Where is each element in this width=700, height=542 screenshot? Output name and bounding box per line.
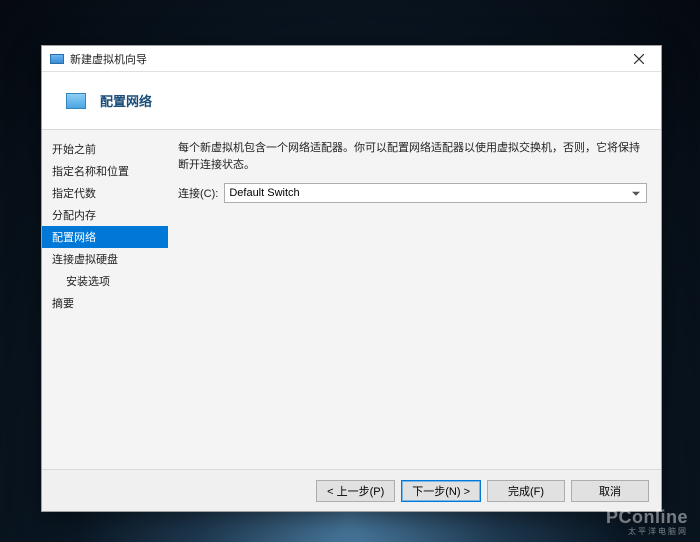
watermark-main: PConline <box>606 507 688 527</box>
next-button[interactable]: 下一步(N) > <box>401 480 481 502</box>
content-area: 每个新虚拟机包含一个网络适配器。你可以配置网络适配器以使用虚拟交换机，否则，它将… <box>168 130 661 469</box>
wizard-header-icon <box>66 93 86 109</box>
finish-button[interactable]: 完成(F) <box>487 480 565 502</box>
close-button[interactable] <box>619 47 659 71</box>
sidebar-item-name-location[interactable]: 指定名称和位置 <box>42 160 168 182</box>
titlebar: 新建虚拟机向导 <box>42 46 661 72</box>
footer: < 上一步(P) 下一步(N) > 完成(F) 取消 <box>42 469 661 511</box>
body-section: 开始之前 指定名称和位置 指定代数 分配内存 配置网络 连接虚拟硬盘 安装选项 … <box>42 130 661 469</box>
watermark: PConline 太平洋电脑网 <box>606 508 688 536</box>
sidebar-item-before-begin[interactable]: 开始之前 <box>42 138 168 160</box>
sidebar-item-memory[interactable]: 分配内存 <box>42 204 168 226</box>
sidebar-item-summary[interactable]: 摘要 <box>42 292 168 314</box>
prev-button[interactable]: < 上一步(P) <box>316 480 395 502</box>
page-title: 配置网络 <box>100 91 152 110</box>
watermark-sub: 太平洋电脑网 <box>606 528 688 536</box>
sidebar-item-generation[interactable]: 指定代数 <box>42 182 168 204</box>
header-section: 配置网络 <box>42 72 661 130</box>
connection-value: Default Switch <box>229 187 299 199</box>
sidebar: 开始之前 指定名称和位置 指定代数 分配内存 配置网络 连接虚拟硬盘 安装选项 … <box>42 130 168 469</box>
window-title: 新建虚拟机向导 <box>70 51 619 67</box>
description-text: 每个新虚拟机包含一个网络适配器。你可以配置网络适配器以使用虚拟交换机，否则，它将… <box>178 140 647 173</box>
sidebar-item-vhd[interactable]: 连接虚拟硬盘 <box>42 248 168 270</box>
wizard-dialog: 新建虚拟机向导 配置网络 开始之前 指定名称和位置 指定代数 分配内存 配置网络… <box>41 45 662 512</box>
sidebar-item-install-options[interactable]: 安装选项 <box>42 270 168 292</box>
connection-row: 连接(C): Default Switch <box>178 183 647 203</box>
close-icon <box>634 54 644 64</box>
connection-select[interactable]: Default Switch <box>224 183 647 203</box>
cancel-button[interactable]: 取消 <box>571 480 649 502</box>
app-icon <box>50 54 64 64</box>
sidebar-item-network[interactable]: 配置网络 <box>42 226 168 248</box>
connection-label: 连接(C): <box>178 185 218 201</box>
